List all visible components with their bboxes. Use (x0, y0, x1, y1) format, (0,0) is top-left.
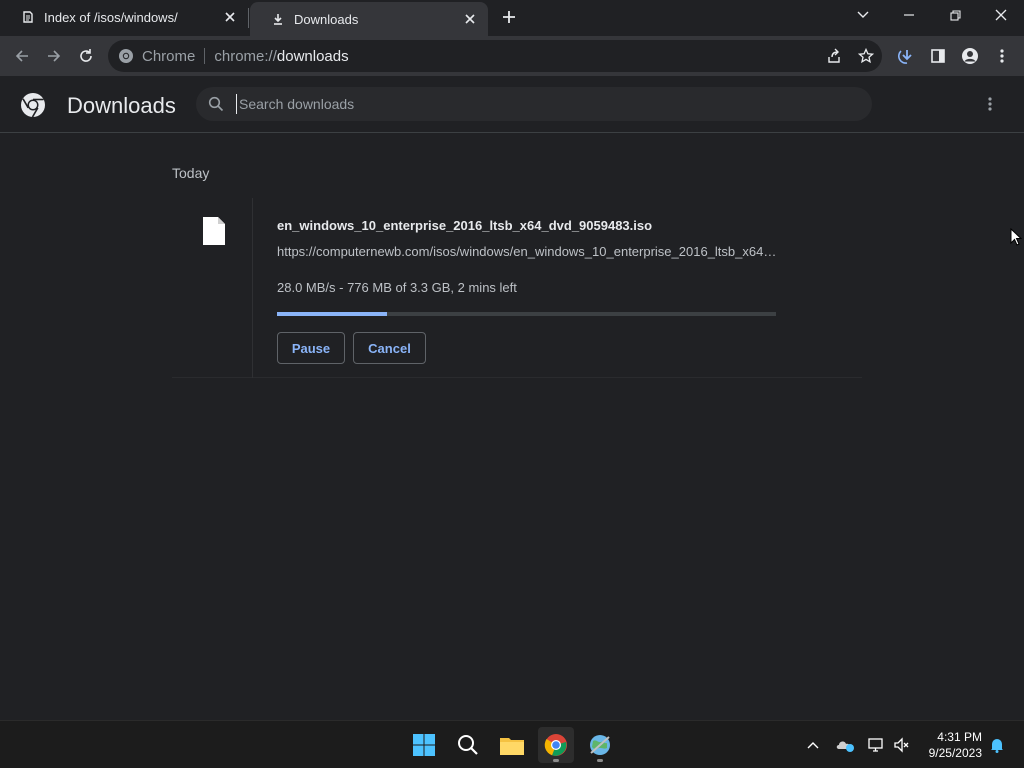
share-icon (828, 48, 840, 63)
close-icon[interactable] (220, 7, 240, 27)
date-section-label: Today (172, 165, 210, 181)
tab-downloads[interactable]: Downloads (250, 2, 488, 36)
tab-index-of-isos[interactable]: Index of /isos/windows/ (0, 0, 248, 34)
bookmark-button[interactable] (854, 44, 878, 68)
chrome-logo-icon (118, 48, 134, 64)
restore-button[interactable] (932, 0, 978, 30)
tab-title: Downloads (294, 11, 359, 27)
new-tab-button[interactable] (498, 6, 520, 28)
onedrive-tray-icon[interactable] (835, 735, 855, 755)
tab-divider (248, 8, 249, 28)
page-title: Downloads (67, 93, 176, 118)
notifications-button[interactable] (987, 735, 1007, 755)
avatar-icon (962, 48, 978, 64)
file-name-link[interactable]: en_windows_10_enterprise_2016_ltsb_x64_d… (277, 218, 652, 233)
chevron-down-icon (857, 11, 869, 18)
reload-button[interactable] (74, 44, 98, 68)
chrome-logo-icon (20, 92, 46, 118)
speaker-muted-icon (894, 737, 909, 753)
app-taskbar-button[interactable] (582, 727, 618, 763)
chevron-up-icon (807, 742, 819, 749)
bell-icon (991, 739, 1003, 753)
download-progress-bar (277, 312, 776, 316)
file-source-url[interactable]: https://computernewb.com/isos/windows/en… (277, 244, 777, 259)
tab-search-button[interactable] (840, 0, 886, 30)
search-icon (458, 735, 478, 755)
star-icon (858, 48, 874, 64)
downloads-header: Downloads (0, 76, 1024, 133)
side-panel-icon (931, 49, 945, 63)
file-icon (202, 216, 226, 251)
back-button[interactable] (10, 44, 34, 68)
clock-date: 9/25/2023 (928, 746, 982, 760)
globe-app-icon (590, 735, 610, 755)
file-explorer-button[interactable] (494, 727, 530, 763)
downloads-menu-button[interactable] (980, 94, 1000, 114)
search-taskbar-button[interactable] (450, 727, 486, 763)
url-host: downloads (276, 47, 349, 65)
search-box[interactable] (196, 87, 872, 121)
close-icon[interactable] (460, 9, 480, 29)
network-tray-icon[interactable] (866, 735, 886, 755)
cloud-icon (836, 741, 854, 752)
network-icon (868, 738, 883, 752)
cancel-button[interactable]: Cancel (353, 332, 426, 364)
more-vert-icon (988, 97, 992, 111)
tab-strip: Index of /isos/windows/ Downloads (0, 0, 1024, 36)
download-progress-fill (277, 312, 387, 316)
windows-taskbar: 4:31 PM 9/25/2023 (0, 720, 1024, 768)
minimize-icon (904, 14, 914, 16)
folder-icon (500, 738, 524, 755)
more-vert-icon (1000, 49, 1004, 63)
side-panel-button[interactable] (926, 44, 950, 68)
omnibox-divider (204, 48, 206, 64)
url-scheme: chrome:// (214, 47, 277, 65)
download-item: en_windows_10_enterprise_2016_ltsb_x64_d… (172, 198, 862, 378)
arrow-right-icon (48, 50, 61, 62)
profile-button[interactable] (958, 44, 982, 68)
downloads-content: Today en_windows_10_enterprise_2016_ltsb… (0, 133, 1024, 720)
site-label: Chrome (142, 47, 196, 65)
running-indicator (597, 759, 603, 762)
card-divider (252, 198, 253, 378)
chrome-icon (544, 734, 567, 756)
arrow-left-icon (15, 50, 28, 62)
browser-toolbar: Chrome chrome:// downloads (0, 36, 1024, 76)
mouse-cursor-icon (1010, 227, 1023, 251)
clock-time: 4:31 PM (937, 730, 982, 744)
system-clock[interactable]: 4:31 PM 9/25/2023 (920, 729, 982, 761)
chrome-taskbar-button[interactable] (538, 727, 574, 763)
show-hidden-icons-button[interactable] (803, 735, 823, 755)
running-indicator (553, 759, 559, 762)
volume-tray-icon[interactable] (892, 735, 912, 755)
download-icon (270, 11, 286, 27)
download-status: 28.0 MB/s - 776 MB of 3.3 GB, 2 mins lef… (277, 280, 517, 295)
download-progress-icon (898, 50, 912, 64)
restore-icon (949, 9, 961, 21)
page-icon (20, 9, 36, 25)
tab-title: Index of /isos/windows/ (44, 9, 178, 25)
address-bar[interactable]: Chrome chrome:// downloads (108, 40, 882, 72)
forward-button[interactable] (42, 44, 66, 68)
close-window-button[interactable] (978, 0, 1024, 30)
windows-logo-icon (413, 734, 435, 756)
start-button[interactable] (406, 727, 442, 763)
search-icon (208, 96, 224, 112)
search-input[interactable] (236, 94, 836, 114)
downloads-button[interactable] (895, 44, 919, 68)
share-button[interactable] (822, 44, 846, 68)
minimize-button[interactable] (886, 0, 932, 30)
reload-icon (80, 49, 92, 62)
close-icon (995, 9, 1007, 21)
pause-button[interactable]: Pause (277, 332, 345, 364)
plus-icon (503, 11, 515, 23)
browser-menu-button[interactable] (990, 44, 1014, 68)
